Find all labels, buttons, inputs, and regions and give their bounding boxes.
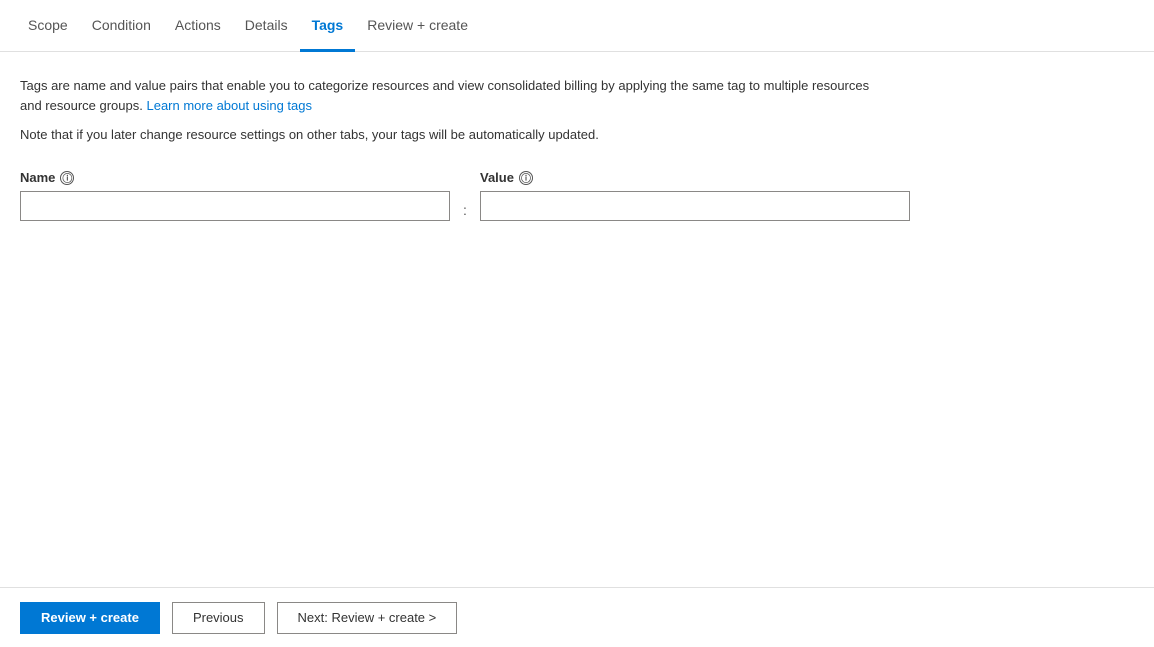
value-input[interactable]	[480, 191, 910, 221]
value-label: Value ⓘ	[480, 170, 910, 185]
value-column: Value ⓘ	[480, 170, 910, 221]
review-create-button[interactable]: Review + create	[20, 602, 160, 634]
learn-more-link[interactable]: Learn more about using tags	[146, 98, 312, 113]
tab-details[interactable]: Details	[233, 1, 300, 52]
tab-review-create[interactable]: Review + create	[355, 1, 480, 52]
value-info-icon[interactable]: ⓘ	[519, 171, 533, 185]
previous-button[interactable]: Previous	[172, 602, 265, 634]
note-text: Note that if you later change resource s…	[20, 127, 1134, 142]
name-input[interactable]	[20, 191, 450, 221]
tab-actions[interactable]: Actions	[163, 1, 233, 52]
next-button[interactable]: Next: Review + create >	[277, 602, 458, 634]
tab-navigation: Scope Condition Actions Details Tags Rev…	[0, 0, 1154, 52]
content-area: Tags are name and value pairs that enabl…	[0, 52, 1154, 587]
separator-column: :	[450, 170, 480, 218]
name-info-icon[interactable]: ⓘ	[60, 171, 74, 185]
description-text: Tags are name and value pairs that enabl…	[20, 76, 890, 115]
tab-scope[interactable]: Scope	[20, 1, 80, 52]
tab-condition[interactable]: Condition	[80, 1, 163, 52]
name-label: Name ⓘ	[20, 170, 450, 185]
tags-form-row: Name ⓘ : Value ⓘ	[20, 170, 1134, 221]
tab-tags[interactable]: Tags	[300, 1, 356, 52]
bottom-bar: Review + create Previous Next: Review + …	[0, 587, 1154, 647]
separator: :	[463, 202, 467, 218]
name-column: Name ⓘ	[20, 170, 450, 221]
main-content: Scope Condition Actions Details Tags Rev…	[0, 0, 1154, 647]
